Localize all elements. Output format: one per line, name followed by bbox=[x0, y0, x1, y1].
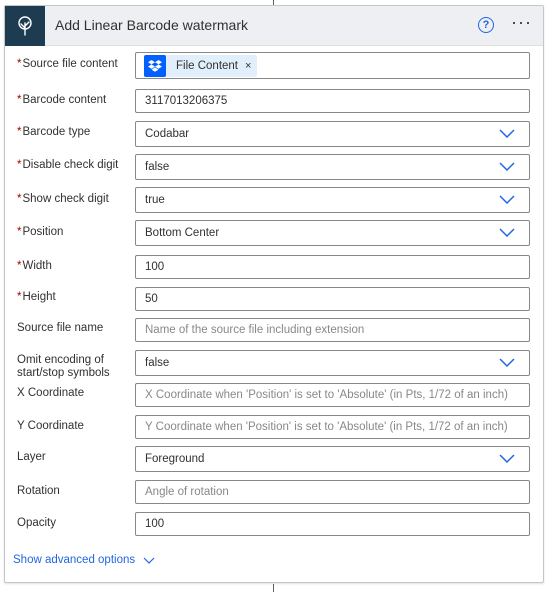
chevron-down-icon bbox=[499, 129, 515, 138]
label-text: Disable check digit bbox=[22, 159, 119, 171]
chevron-down-icon bbox=[143, 557, 155, 564]
show-advanced-options-link[interactable]: Show advanced options bbox=[13, 554, 155, 566]
required-marker: * bbox=[17, 159, 22, 171]
label-line2: start/stop symbols bbox=[17, 367, 110, 379]
required-marker: * bbox=[17, 126, 22, 138]
token-label: File Content bbox=[176, 60, 239, 72]
label-text: Show check digit bbox=[22, 193, 109, 205]
label-text: Width bbox=[22, 260, 52, 272]
label-text: Barcode type bbox=[22, 126, 91, 138]
required-marker: * bbox=[17, 226, 22, 238]
connector-logo-icon bbox=[5, 6, 45, 46]
file-content-token[interactable]: File Content × bbox=[144, 55, 258, 77]
label-opacity: Opacity bbox=[17, 517, 56, 529]
required-marker: * bbox=[17, 58, 22, 70]
chevron-down-icon bbox=[499, 195, 515, 204]
chevron-down-icon bbox=[499, 454, 515, 463]
action-title: Add Linear Barcode watermark bbox=[55, 17, 248, 33]
label-rotation: Rotation bbox=[17, 485, 60, 497]
y-coordinate-input[interactable]: Y Coordinate when 'Position' is set to '… bbox=[135, 415, 530, 439]
label-barcode-content: *Barcode content bbox=[17, 94, 106, 107]
show-advanced-label: Show advanced options bbox=[13, 554, 136, 566]
label-omit-encoding: Omit encoding of start/stop symbols bbox=[17, 354, 110, 380]
token-remove-icon[interactable]: × bbox=[245, 60, 251, 72]
field-placeholder: Y Coordinate when 'Position' is set to '… bbox=[145, 421, 508, 433]
label-source-file-name: Source file name bbox=[17, 322, 104, 334]
label-source-file-content: *Source file content bbox=[17, 58, 118, 71]
rotation-input[interactable]: Angle of rotation bbox=[135, 480, 530, 504]
field-value: 100 bbox=[145, 518, 165, 530]
chevron-down-icon bbox=[499, 162, 515, 171]
label-layer: Layer bbox=[17, 451, 46, 463]
help-glyph: ? bbox=[482, 18, 490, 31]
label-text: Barcode content bbox=[22, 94, 107, 106]
barcode-content-input[interactable]: 3117013206375 bbox=[135, 89, 530, 113]
more-glyph: ··· bbox=[511, 12, 532, 32]
field-placeholder: X Coordinate when 'Position' is set to '… bbox=[145, 389, 508, 401]
barcode-type-select[interactable]: Codabar bbox=[135, 121, 530, 147]
flow-connector-bottom bbox=[273, 584, 274, 592]
tree-icon bbox=[18, 16, 32, 36]
layer-select[interactable]: Foreground bbox=[135, 446, 530, 472]
chevron-down-icon bbox=[499, 228, 515, 237]
x-coordinate-input[interactable]: X Coordinate when 'Position' is set to '… bbox=[135, 383, 530, 407]
required-marker: * bbox=[17, 291, 22, 303]
field-value: false bbox=[145, 357, 170, 369]
chevron-down-icon bbox=[499, 358, 515, 367]
action-header[interactable]: Add Linear Barcode watermark ? ··· bbox=[5, 6, 543, 46]
label-disable-check-digit: *Disable check digit bbox=[17, 159, 118, 172]
opacity-input[interactable]: 100 bbox=[135, 512, 530, 536]
height-input[interactable]: 50 bbox=[135, 287, 530, 311]
dropbox-icon bbox=[144, 55, 166, 77]
source-file-name-input[interactable]: Name of the source file including extens… bbox=[135, 318, 530, 342]
show-check-digit-select[interactable]: true bbox=[135, 187, 530, 213]
required-marker: * bbox=[17, 260, 22, 272]
field-placeholder: Name of the source file including extens… bbox=[145, 324, 365, 336]
label-show-check-digit: *Show check digit bbox=[17, 193, 109, 206]
field-value: Codabar bbox=[145, 128, 190, 140]
label-height: *Height bbox=[17, 291, 56, 304]
field-value: true bbox=[145, 194, 165, 206]
action-card: Add Linear Barcode watermark ? ··· *Sour… bbox=[4, 5, 544, 583]
field-value: 3117013206375 bbox=[145, 95, 228, 107]
dropbox-logo bbox=[148, 60, 162, 72]
question-circle-icon[interactable]: ? bbox=[478, 17, 494, 33]
field-value: false bbox=[145, 161, 170, 173]
label-line1: Omit encoding of bbox=[17, 354, 104, 366]
label-y-coordinate: Y Coordinate bbox=[17, 420, 84, 432]
field-value: Foreground bbox=[145, 453, 205, 465]
label-position: *Position bbox=[17, 226, 63, 239]
position-select[interactable]: Bottom Center bbox=[135, 220, 530, 246]
label-barcode-type: *Barcode type bbox=[17, 126, 90, 139]
field-placeholder: Angle of rotation bbox=[145, 486, 229, 498]
field-value: 100 bbox=[145, 261, 165, 273]
required-marker: * bbox=[17, 94, 22, 106]
ellipsis-icon[interactable]: ··· bbox=[511, 12, 532, 33]
label-width: *Width bbox=[17, 260, 52, 273]
source-file-content-input[interactable]: File Content × bbox=[135, 52, 530, 79]
label-text: Height bbox=[22, 291, 56, 303]
disable-check-digit-select[interactable]: false bbox=[135, 154, 530, 180]
label-text: Source file content bbox=[22, 58, 118, 70]
required-marker: * bbox=[17, 193, 22, 205]
field-value: 50 bbox=[145, 293, 158, 305]
label-text: Position bbox=[22, 226, 64, 238]
field-value: Bottom Center bbox=[145, 227, 220, 239]
width-input[interactable]: 100 bbox=[135, 255, 530, 279]
label-x-coordinate: X Coordinate bbox=[17, 387, 85, 399]
omit-encoding-select[interactable]: false bbox=[135, 350, 530, 376]
